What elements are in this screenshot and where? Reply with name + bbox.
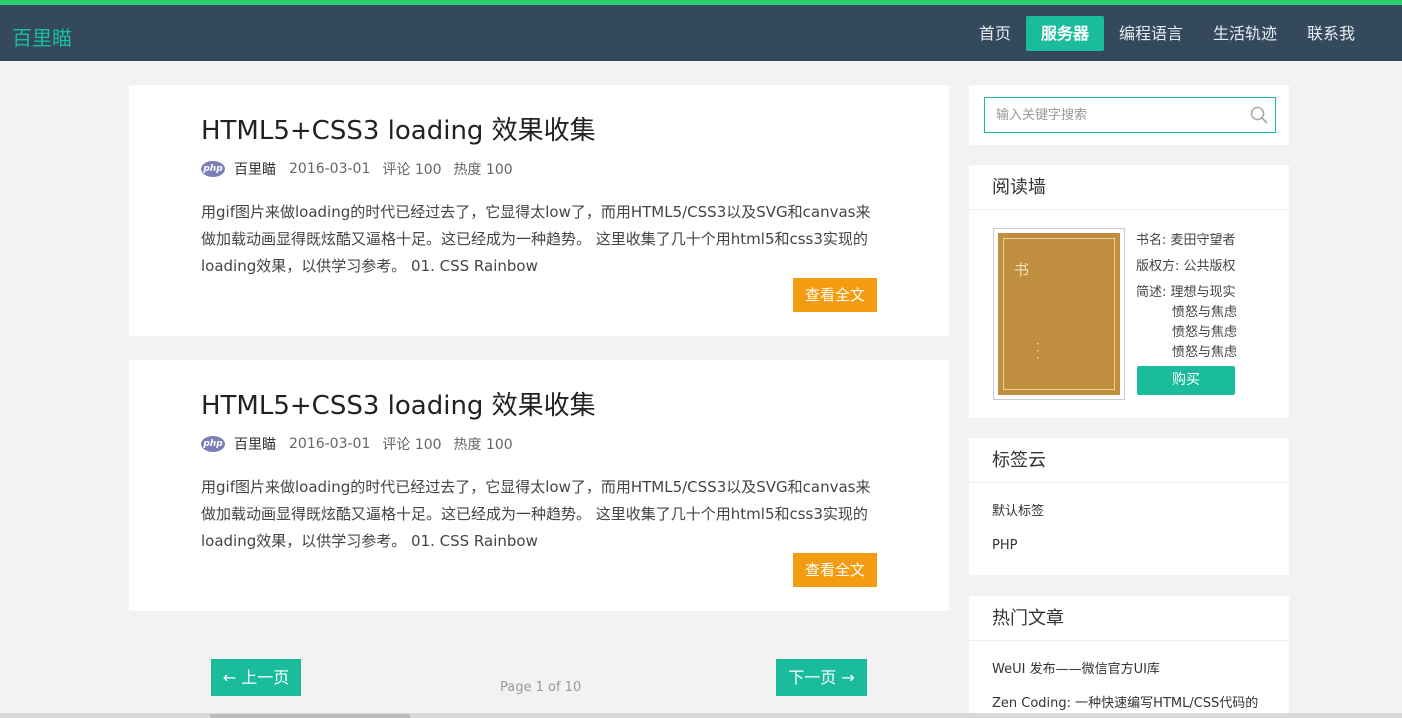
site-brand[interactable]: 百里瞄 [12, 22, 72, 51]
book-desc-line: 愤怒与焦虑 [1172, 305, 1238, 320]
tag-link[interactable]: 默认标签 [969, 495, 1289, 529]
hot-article-link[interactable]: WeUI 发布——微信官方UI库 [969, 653, 1289, 687]
post-excerpt: 用gif图片来做loading的时代已经过去了，它显得太low了，而用HTML5… [201, 478, 871, 550]
post-author[interactable]: 百里瞄 [234, 434, 276, 454]
prev-page-button[interactable]: ← 上一页 [211, 659, 301, 696]
search-icon[interactable] [1250, 106, 1268, 124]
book-desc-line: 愤怒与焦虑 [1172, 345, 1238, 360]
hot-articles-list: WeUI 发布——微信官方UI库 Zen Coding: 一种快速编写HTML/… [969, 641, 1289, 718]
nav-item-home[interactable]: 首页 [964, 16, 1026, 51]
post-excerpt: 用gif图片来做loading的时代已经过去了，它显得太low了，而用HTML5… [201, 203, 871, 275]
read-more-button[interactable]: 查看全文 [793, 553, 877, 587]
read-more-button[interactable]: 查看全文 [793, 278, 877, 312]
top-navbar: 百里瞄 首页 服务器 编程语言 生活轨迹 联系我 [0, 0, 1402, 61]
reading-wall-title: 阅读墙 [969, 165, 1289, 210]
post-date: 2016-03-01 [289, 161, 371, 177]
tag-cloud-widget: 标签云 默认标签 PHP [969, 438, 1289, 575]
scrollbar-thumb[interactable] [210, 714, 410, 718]
post-meta: php 百里瞄 2016-03-01 评论 100 热度 100 [201, 159, 513, 179]
php-icon: php [201, 161, 225, 177]
book-desc-label: 简述: 理想与现实 [1136, 285, 1236, 300]
book-name: 书名: 麦田守望者 [1136, 233, 1236, 248]
next-page-button[interactable]: 下一页 → [776, 659, 867, 696]
book-cover-ornament: · · · [1036, 337, 1040, 365]
main-nav: 首页 服务器 编程语言 生活轨迹 联系我 [964, 16, 1370, 51]
post-author[interactable]: 百里瞄 [234, 159, 276, 179]
nav-item-life[interactable]: 生活轨迹 [1198, 16, 1292, 51]
post-title[interactable]: HTML5+CSS3 loading 效果收集 [201, 110, 596, 147]
book-cover-image: 书 · · · [998, 233, 1120, 395]
search-widget [969, 85, 1289, 145]
nav-item-server[interactable]: 服务器 [1025, 16, 1104, 51]
book-desc-line: 愤怒与焦虑 [1172, 325, 1238, 340]
buy-button[interactable]: 购买 [1137, 366, 1235, 395]
post-heat: 热度 100 [453, 162, 513, 178]
post-card: HTML5+CSS3 loading 效果收集 php 百里瞄 2016-03-… [129, 85, 949, 336]
nav-item-contact[interactable]: 联系我 [1292, 16, 1370, 51]
search-input[interactable] [985, 98, 1245, 132]
book-cover[interactable]: 书 · · · [993, 228, 1125, 400]
post-comments: 评论 100 [382, 437, 442, 453]
post-title[interactable]: HTML5+CSS3 loading 效果收集 [201, 385, 596, 422]
page-indicator: Page 1 of 10 [500, 680, 582, 695]
post-heat: 热度 100 [453, 437, 513, 453]
reading-wall-widget: 阅读墙 书 · · · 书名: 麦田守望者 版权方: 公共版权 简述: 理想与现实 … [969, 165, 1289, 418]
search-field [984, 97, 1276, 133]
tag-list: 默认标签 PHP [969, 483, 1289, 563]
book-info: 书名: 麦田守望者 版权方: 公共版权 简述: 理想与现实 愤怒与焦虑 愤怒与焦… [1136, 231, 1237, 363]
php-icon: php [201, 436, 225, 452]
book-copyright: 版权方: 公共版权 [1136, 259, 1236, 274]
tag-link[interactable]: PHP [969, 529, 1289, 563]
book-cover-char: 书 [1014, 261, 1030, 279]
post-meta: php 百里瞄 2016-03-01 评论 100 热度 100 [201, 434, 513, 454]
nav-item-programming[interactable]: 编程语言 [1104, 16, 1198, 51]
post-card: HTML5+CSS3 loading 效果收集 php 百里瞄 2016-03-… [129, 360, 949, 611]
post-date: 2016-03-01 [289, 436, 371, 452]
tag-cloud-title: 标签云 [969, 438, 1289, 483]
hot-articles-title: 热门文章 [969, 596, 1289, 641]
post-comments: 评论 100 [382, 162, 442, 178]
hot-articles-widget: 热门文章 WeUI 发布——微信官方UI库 Zen Coding: 一种快速编写… [969, 596, 1289, 718]
